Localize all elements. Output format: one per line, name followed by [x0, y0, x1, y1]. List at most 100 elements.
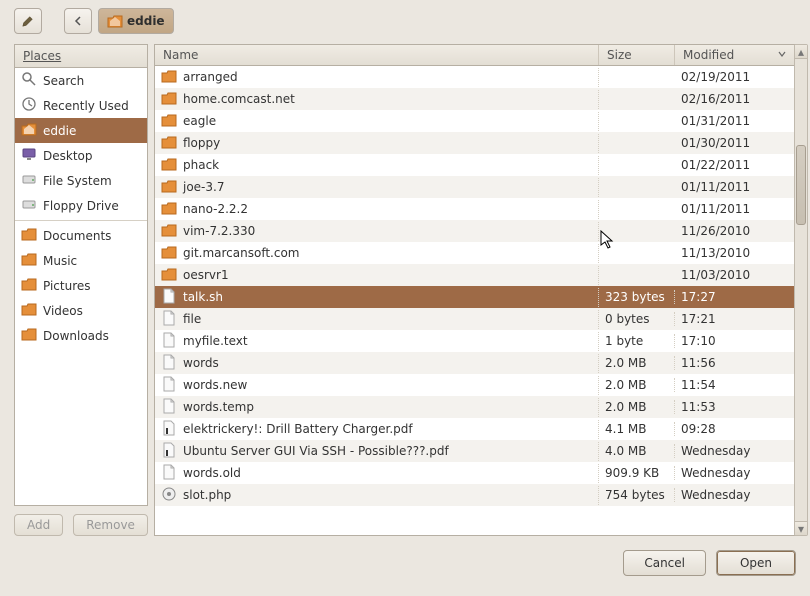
sidebar-item-label: Documents [43, 229, 111, 243]
main-area: Places SearchRecently Used eddie DesktopFi… [0, 44, 810, 536]
file-row[interactable]: file0 bytes17:21 [155, 308, 795, 330]
file-icon [161, 398, 177, 417]
file-modified: 01/31/2011 [675, 114, 795, 128]
sidebar-item-search[interactable]: Search [15, 68, 147, 93]
file-panel: Name Size Modified arranged 02/19/2011 hom… [154, 44, 796, 536]
file-row[interactable]: nano-2.2.201/11/2011 [155, 198, 795, 220]
scrollbar[interactable]: ▴ ▾ [794, 44, 808, 536]
cancel-button[interactable]: Cancel [623, 550, 706, 576]
file-modified: 02/16/2011 [675, 92, 795, 106]
open-button[interactable]: Open [716, 550, 796, 576]
file-row[interactable]: joe-3.701/11/2011 [155, 176, 795, 198]
bottom-bar: Cancel Open [0, 536, 810, 590]
folder-icon [161, 112, 177, 131]
file-row[interactable]: elektrickery!: Drill Battery Charger.pdf… [155, 418, 795, 440]
sidebar-item-downloads[interactable]: Downloads [15, 323, 147, 348]
folder-icon [161, 134, 177, 153]
drive-icon [21, 196, 37, 215]
file-modified: 17:10 [675, 334, 795, 348]
file-row[interactable]: vim-7.2.33011/26/2010 [155, 220, 795, 242]
file-row[interactable]: phack01/22/2011 [155, 154, 795, 176]
file-row[interactable]: words.new2.0 MB11:54 [155, 374, 795, 396]
file-name: myfile.text [183, 334, 248, 348]
file-row[interactable]: git.marcansoft.com11/13/2010 [155, 242, 795, 264]
toolbar: eddie [0, 0, 810, 44]
file-name: oesrvr1 [183, 268, 229, 282]
column-header-modified[interactable]: Modified [675, 45, 795, 65]
file-row[interactable]: Ubuntu Server GUI Via SSH - Possible???.… [155, 440, 795, 462]
scroll-up-icon[interactable]: ▴ [795, 45, 807, 59]
scrollbar-thumb[interactable] [796, 145, 806, 225]
path-segment-current[interactable]: eddie [98, 8, 174, 34]
file-modified: Wednesday [675, 488, 795, 502]
sidebar-item-recently-used[interactable]: Recently Used [15, 93, 147, 118]
file-icon [161, 354, 177, 373]
home-icon [21, 121, 37, 140]
file-name: slot.php [183, 488, 231, 502]
file-icon [161, 310, 177, 329]
folder-icon [161, 156, 177, 175]
file-modified: 01/30/2011 [675, 136, 795, 150]
path-back-button[interactable] [64, 8, 92, 34]
file-row[interactable]: words.temp2.0 MB11:53 [155, 396, 795, 418]
folder-icon [21, 276, 37, 295]
file-icon [161, 332, 177, 351]
sidebar-header[interactable]: Places [14, 44, 148, 68]
file-row[interactable]: words2.0 MB11:56 [155, 352, 795, 374]
sidebar-item-label: eddie [43, 124, 76, 138]
sidebar-item-music[interactable]: Music [15, 248, 147, 273]
file-row[interactable]: oesrvr1 11/03/2010 [155, 264, 795, 286]
file-modified: 09:28 [675, 422, 795, 436]
sidebar-item-videos[interactable]: Videos [15, 298, 147, 323]
file-row[interactable]: myfile.text1 byte17:10 [155, 330, 795, 352]
remove-place-button[interactable]: Remove [73, 514, 148, 536]
sidebar-item-file-system[interactable]: File System [15, 168, 147, 193]
file-modified: 11/26/2010 [675, 224, 795, 238]
file-row[interactable]: arranged 02/19/2011 [155, 66, 795, 88]
drive-icon [21, 171, 37, 190]
folder-icon [21, 226, 37, 245]
folder-icon [161, 68, 177, 87]
file-size: 909.9 KB [599, 466, 675, 480]
file-size: 2.0 MB [599, 400, 675, 414]
file-size: 4.1 MB [599, 422, 675, 436]
file-size: 2.0 MB [599, 356, 675, 370]
sidebar-item-pictures[interactable]: Pictures [15, 273, 147, 298]
file-name: talk.sh [183, 290, 223, 304]
file-list: arranged 02/19/2011 home.comcast.net02/16/… [154, 66, 796, 536]
add-place-button[interactable]: Add [14, 514, 63, 536]
file-name: arranged [183, 70, 238, 84]
folder-icon [21, 326, 37, 345]
file-row[interactable]: talk.sh323 bytes17:27 [155, 286, 795, 308]
sidebar-item-desktop[interactable]: Desktop [15, 143, 147, 168]
sidebar-separator [15, 220, 147, 221]
file-icon [161, 376, 177, 395]
file-modified: 02/19/2011 [675, 70, 795, 84]
file-name: Ubuntu Server GUI Via SSH - Possible???.… [183, 444, 449, 458]
sidebar-item-eddie[interactable]: eddie [15, 118, 147, 143]
folder-icon [161, 200, 177, 219]
sidebar-item-floppy-drive[interactable]: Floppy Drive [15, 193, 147, 218]
home-folder-icon [107, 14, 123, 28]
file-icon [161, 420, 177, 439]
file-name: nano-2.2.2 [183, 202, 248, 216]
column-header-size[interactable]: Size [599, 45, 675, 65]
file-size: 0 bytes [599, 312, 675, 326]
sidebar-item-documents[interactable]: Documents [15, 223, 147, 248]
file-name: elektrickery!: Drill Battery Charger.pdf [183, 422, 413, 436]
file-row[interactable]: home.comcast.net02/16/2011 [155, 88, 795, 110]
file-row[interactable]: eagle01/31/2011 [155, 110, 795, 132]
file-size: 4.0 MB [599, 444, 675, 458]
file-modified: 11/03/2010 [675, 268, 795, 282]
sidebar-item-label: Pictures [43, 279, 91, 293]
file-icon [161, 288, 177, 307]
file-row[interactable]: slot.php754 bytesWednesday [155, 484, 795, 506]
file-modified: 11:56 [675, 356, 795, 370]
edit-path-button[interactable] [14, 8, 42, 34]
scroll-down-icon[interactable]: ▾ [795, 521, 807, 535]
file-row[interactable]: floppy01/30/2011 [155, 132, 795, 154]
column-header-name[interactable]: Name [155, 45, 599, 65]
file-row[interactable]: words.old909.9 KBWednesday [155, 462, 795, 484]
search-icon [21, 71, 37, 90]
file-modified: 11/13/2010 [675, 246, 795, 260]
